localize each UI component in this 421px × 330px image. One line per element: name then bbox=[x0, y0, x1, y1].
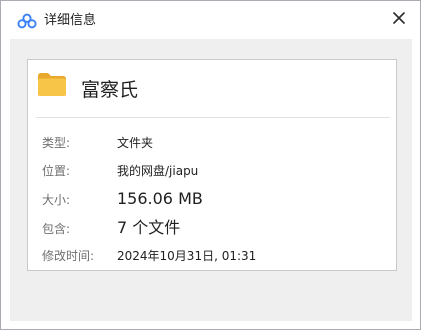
type-label: 类型: bbox=[42, 136, 71, 150]
details-card: 富察氏 类型: 文件夹 位置: 我的网盘/jiapu 大小: 156.06 MB… bbox=[27, 59, 397, 271]
divider bbox=[36, 117, 390, 118]
location-label: 位置: bbox=[42, 164, 71, 178]
window-title: 详细信息 bbox=[44, 13, 97, 28]
folder-icon bbox=[36, 70, 68, 98]
close-button[interactable] bbox=[385, 5, 413, 31]
title-bar: 详细信息 bbox=[1, 1, 420, 39]
modified-time-label: 修改时间: bbox=[42, 249, 95, 263]
contains-label: 包含: bbox=[42, 222, 71, 236]
type-value: 文件夹 bbox=[117, 136, 154, 150]
file-details-dialog: 详细信息 富察氏 类型: 文件夹 位置: 我的网盘/jiapu 大小: 156.… bbox=[0, 0, 421, 330]
cloud-logo-icon bbox=[17, 13, 37, 29]
location-value: 我的网盘/jiapu bbox=[117, 164, 199, 178]
close-icon bbox=[393, 9, 405, 28]
contains-value: 7 个文件 bbox=[117, 218, 181, 237]
modified-time-value: 2024年10月31日, 01:31 bbox=[117, 249, 257, 263]
content-area: 富察氏 类型: 文件夹 位置: 我的网盘/jiapu 大小: 156.06 MB… bbox=[10, 39, 412, 321]
folder-name: 富察氏 bbox=[81, 79, 139, 101]
size-label: 大小: bbox=[42, 193, 71, 207]
size-value: 156.06 MB bbox=[117, 189, 203, 208]
